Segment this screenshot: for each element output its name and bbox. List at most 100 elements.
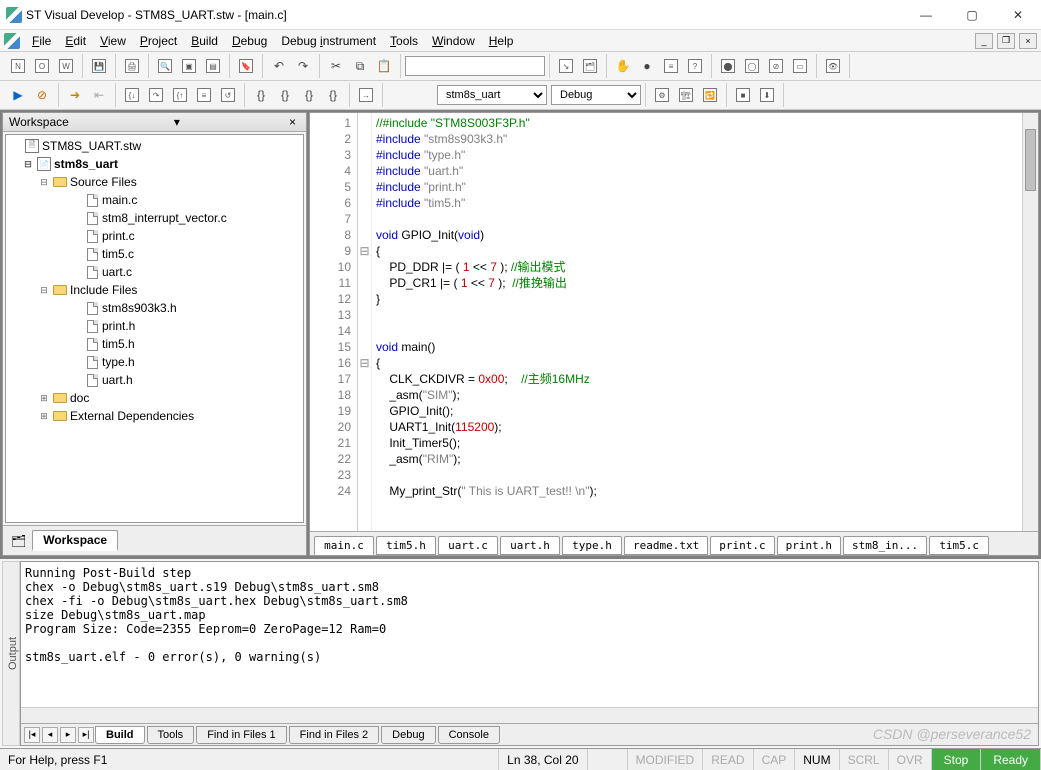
status-stop[interactable]: Stop [932, 749, 982, 770]
tree-file[interactable]: main.c [6, 191, 303, 209]
mdi-close-button[interactable]: × [1019, 33, 1037, 49]
expand-icon[interactable]: ⊞ [36, 393, 52, 404]
menu-tools[interactable]: Tools [384, 32, 424, 50]
find-in-files-icon[interactable]: 🗂 [579, 55, 601, 77]
editor-tab[interactable]: uart.c [438, 536, 498, 555]
output-tab[interactable]: Build [95, 726, 145, 744]
toggle-bp-icon[interactable]: ⬤ [717, 55, 739, 77]
tree-file[interactable]: tim5.h [6, 335, 303, 353]
editor-vscrollbar[interactable] [1022, 113, 1038, 531]
braces-jump-icon[interactable]: {} [322, 84, 344, 106]
target-combo[interactable]: stm8s_uart [437, 85, 547, 105]
bp-cond-icon[interactable]: ? [684, 55, 706, 77]
breakpoint-icon[interactable]: ● [636, 55, 658, 77]
output-tab-last-icon[interactable]: ▸| [78, 727, 94, 743]
output-tab[interactable]: Find in Files 2 [289, 726, 379, 744]
tree-file[interactable]: print.h [6, 317, 303, 335]
step-over-icon[interactable]: ↷ [145, 84, 167, 106]
editor-tab[interactable]: main.c [314, 536, 374, 555]
build-icon[interactable]: 🏗 [675, 84, 697, 106]
step-out-icon[interactable]: {↑ [169, 84, 191, 106]
find-next-icon[interactable]: ↘ [555, 55, 577, 77]
workspace-tab[interactable]: Workspace [32, 530, 118, 551]
output-tab-first-icon[interactable]: |◂ [24, 727, 40, 743]
editor-tab[interactable]: tim5.h [376, 536, 436, 555]
copy-icon[interactable]: ⧉ [349, 55, 371, 77]
output-text[interactable]: Running Post-Build step chex -o Debug\st… [21, 562, 1038, 707]
undo-icon[interactable]: ↶ [268, 55, 290, 77]
expand-icon[interactable]: ⊟ [36, 177, 52, 188]
menu-build[interactable]: Build [185, 32, 224, 50]
menu-debug[interactable]: Debug [226, 32, 273, 50]
tree-file[interactable]: uart.c [6, 263, 303, 281]
open-file-icon[interactable]: O [31, 55, 53, 77]
config-combo[interactable]: Debug [551, 85, 641, 105]
editor-tab[interactable]: readme.txt [624, 536, 708, 555]
bp-window-icon[interactable]: ▭ [789, 55, 811, 77]
output-tab[interactable]: Tools [147, 726, 195, 744]
output-hscrollbar[interactable] [21, 707, 1038, 723]
redo-icon[interactable]: ↷ [292, 55, 314, 77]
editor-tab[interactable]: print.h [777, 536, 841, 555]
print-icon[interactable]: 🖨 [121, 55, 143, 77]
bp-list-icon[interactable]: ≡ [660, 55, 682, 77]
expand-icon[interactable]: ⊞ [36, 411, 52, 422]
step-into-icon[interactable]: {↓ [121, 84, 143, 106]
mdi-minimize-button[interactable]: _ [975, 33, 993, 49]
rebuild-icon[interactable]: 🔁 [699, 84, 721, 106]
workspace-close-icon[interactable]: × [285, 115, 300, 129]
debug-start-icon[interactable]: ▶ [7, 84, 29, 106]
restart-icon[interactable]: ↺ [217, 84, 239, 106]
braces-sel-icon[interactable]: {} [274, 84, 296, 106]
braces-nav-icon[interactable]: {} [250, 84, 272, 106]
download-icon[interactable]: ⬇ [756, 84, 778, 106]
output-tab[interactable]: Debug [381, 726, 435, 744]
tree-folder-doc[interactable]: doc [70, 391, 89, 405]
goto-icon[interactable]: → [355, 84, 377, 106]
tree-file[interactable]: stm8s903k3.h [6, 299, 303, 317]
editor-tab[interactable]: print.c [710, 536, 774, 555]
new-file-icon[interactable]: N [7, 55, 29, 77]
menu-file[interactable]: File [26, 32, 57, 50]
bookmark-icon[interactable]: 🔖 [235, 55, 257, 77]
tree-folder-include[interactable]: Include Files [70, 283, 137, 297]
output-tab-prev-icon[interactable]: ◂ [42, 727, 58, 743]
close-button[interactable]: ✕ [995, 0, 1041, 30]
paste-icon[interactable]: 📋 [373, 55, 395, 77]
hand-icon[interactable]: ✋ [612, 55, 634, 77]
cut-icon[interactable]: ✂ [325, 55, 347, 77]
output-tab[interactable]: Console [438, 726, 500, 744]
inspect-icon[interactable]: 👁 [822, 55, 844, 77]
tree-folder-ext[interactable]: External Dependencies [70, 409, 194, 423]
compile-icon[interactable]: ⚙ [651, 84, 673, 106]
minimize-button[interactable]: — [903, 0, 949, 30]
run-to-cursor-icon[interactable]: ➔ [64, 84, 86, 106]
clear-bp-icon[interactable]: ◯ [741, 55, 763, 77]
menu-view[interactable]: View [94, 32, 132, 50]
editor-tab[interactable]: type.h [562, 536, 622, 555]
open-workspace-icon[interactable]: W [55, 55, 77, 77]
menu-help[interactable]: Help [483, 32, 520, 50]
stop-build-icon[interactable]: ■ [732, 84, 754, 106]
tree-file[interactable]: stm8_interrupt_vector.c [6, 209, 303, 227]
code-editor[interactable]: //#include "STM8S003F3P.h"#include "stm8… [372, 113, 1022, 531]
menu-edit[interactable]: Edit [59, 32, 92, 50]
mdi-restore-button[interactable]: ❐ [997, 33, 1015, 49]
tree-file[interactable]: tim5.c [6, 245, 303, 263]
tree-file[interactable]: type.h [6, 353, 303, 371]
output-view-icon[interactable]: ▤ [202, 55, 224, 77]
tree-root[interactable]: STM8S_UART.stw [42, 139, 141, 153]
output-tab-next-icon[interactable]: ▸ [60, 727, 76, 743]
debug-stop-icon[interactable]: ⊘ [31, 84, 53, 106]
maximize-button[interactable]: ▢ [949, 0, 995, 30]
tree-file[interactable]: uart.h [6, 371, 303, 389]
find-icon[interactable]: 🔍 [154, 55, 176, 77]
menu-project[interactable]: Project [134, 32, 183, 50]
braces-sel2-icon[interactable]: {} [298, 84, 320, 106]
expand-icon[interactable]: ⊟ [36, 285, 52, 296]
workspace-view-icon[interactable]: ▣ [178, 55, 200, 77]
editor-tab[interactable]: tim5.c [929, 536, 989, 555]
tree-folder-source[interactable]: Source Files [70, 175, 137, 189]
disable-bp-icon[interactable]: ⊘ [765, 55, 787, 77]
workspace-tree[interactable]: 🗎STM8S_UART.stw ⊟📄stm8s_uart ⊟Source Fil… [5, 134, 304, 523]
